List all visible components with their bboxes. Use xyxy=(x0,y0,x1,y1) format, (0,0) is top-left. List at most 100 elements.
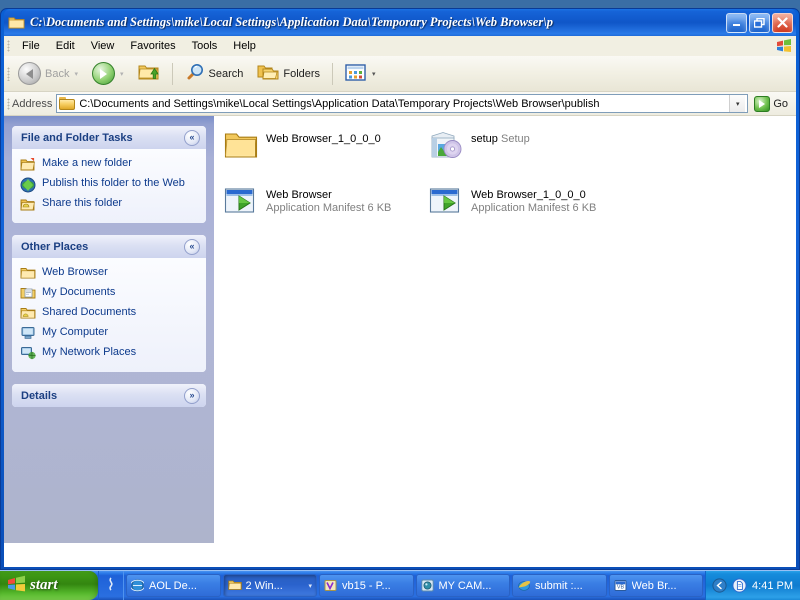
task-button-aol[interactable]: AOL De... xyxy=(126,574,221,597)
quick-launch-bar[interactable] xyxy=(98,571,124,600)
menu-item-favorites[interactable]: Favorites xyxy=(122,38,183,54)
file-name: Web Browser_1_0_0_0 xyxy=(266,133,381,145)
panel-title: Other Places xyxy=(21,240,89,253)
panel-body: Make a new folder Publish this folder to… xyxy=(12,149,206,223)
application-manifest-icon xyxy=(224,184,258,228)
minimize-button[interactable] xyxy=(726,12,747,33)
magnifier-icon xyxy=(185,62,205,85)
go-button[interactable]: Go xyxy=(752,95,796,112)
task-label: MY CAM... xyxy=(438,579,492,592)
task-label: Share this folder xyxy=(42,197,123,209)
close-button[interactable] xyxy=(772,12,793,33)
task-buttons: AOL De... 2 Win... ▾ vb15 - P... MY CAM.… xyxy=(124,571,705,600)
file-size: 6 KB xyxy=(367,202,392,214)
menu-item-edit[interactable]: Edit xyxy=(48,38,83,54)
address-value: C:\Documents and Settings\mike\Local Set… xyxy=(79,97,600,110)
task-share-this-folder[interactable]: Share this folder xyxy=(20,195,198,215)
folders-button[interactable]: Folders xyxy=(251,59,326,89)
explorer-window: C:\Documents and Settings\mike\Local Set… xyxy=(0,8,800,570)
panel-file-and-folder-tasks: File and Folder Tasks « Make a new folde… xyxy=(12,126,206,223)
clock[interactable]: 4:41 PM xyxy=(752,580,793,592)
task-button-my-cam[interactable]: MY CAM... xyxy=(415,574,510,597)
search-button[interactable]: Search xyxy=(179,58,250,89)
quicklaunch-icon[interactable] xyxy=(104,577,118,594)
chevron-left-icon[interactable] xyxy=(712,578,727,593)
go-label: Go xyxy=(773,97,788,110)
task-button-vb15[interactable]: vb15 - P... xyxy=(319,574,414,597)
chevron-down-icon: ▾ xyxy=(74,70,78,78)
forward-button[interactable]: ▾ xyxy=(86,58,130,89)
file-item-setup[interactable]: setup Setup xyxy=(427,124,632,180)
views-button[interactable]: ▾ xyxy=(339,59,382,89)
toolbar-grip[interactable] xyxy=(7,67,10,81)
address-bar: Address C:\Documents and Settings\mike\L… xyxy=(4,92,796,116)
start-button[interactable]: start xyxy=(0,571,98,600)
file-meta: Web Browser_1_0_0_0 xyxy=(266,128,381,176)
file-size: 6 KB xyxy=(572,202,597,214)
menu-item-tools[interactable]: Tools xyxy=(184,38,226,54)
task-label: Web Br... xyxy=(631,579,677,592)
toolbar-separator-2 xyxy=(332,62,334,85)
taskbar: start AOL De... 2 Win... ▾ vb15 - P... M… xyxy=(0,570,800,600)
new-folder-icon xyxy=(20,157,36,173)
toolbar-separator xyxy=(171,62,173,85)
panel-header[interactable]: File and Folder Tasks « xyxy=(12,126,206,149)
menu-item-file[interactable]: File xyxy=(14,38,48,54)
task-button-windows-group[interactable]: 2 Win... ▾ xyxy=(222,574,317,597)
place-shared-documents[interactable]: Shared Documents xyxy=(20,304,198,324)
file-list-pane[interactable]: Web Browser_1_0_0_0 setup Setup Web Brow… xyxy=(214,116,796,543)
menu-item-help[interactable]: Help xyxy=(225,38,264,54)
address-grip[interactable] xyxy=(7,98,10,110)
arrow-right-icon xyxy=(91,62,115,85)
place-my-computer[interactable]: My Computer xyxy=(20,324,198,344)
up-button[interactable] xyxy=(132,58,166,89)
task-button-web-browser[interactable]: VB Web Br... xyxy=(608,574,703,597)
task-make-a-new-folder[interactable]: Make a new folder xyxy=(20,155,198,175)
camera-icon xyxy=(420,579,435,593)
file-item-folder[interactable]: Web Browser_1_0_0_0 xyxy=(222,124,427,180)
panel-body: Web Browser My Documents Shared Document… xyxy=(12,258,206,372)
back-button[interactable]: Back ▾ xyxy=(12,58,84,89)
file-item-manifest[interactable]: Web Browser Application Manifest 6 KB xyxy=(222,180,427,232)
title-bar: C:\Documents and Settings\mike\Local Set… xyxy=(4,9,796,36)
folder-icon xyxy=(20,266,36,282)
file-type: Setup xyxy=(500,133,530,145)
ie-icon xyxy=(517,579,531,593)
publish-web-icon xyxy=(20,177,36,193)
panel-header[interactable]: Other Places « xyxy=(12,235,206,258)
menu-item-view[interactable]: View xyxy=(83,38,123,54)
file-meta: Web Browser Application Manifest 6 KB xyxy=(266,184,425,228)
task-pane-sidebar: File and Folder Tasks « Make a new folde… xyxy=(4,116,214,543)
address-input[interactable]: C:\Documents and Settings\mike\Local Set… xyxy=(56,94,749,113)
chevron-down-icon[interactable]: ▾ xyxy=(372,70,376,78)
place-label: My Computer xyxy=(42,326,109,338)
task-label: Make a new folder xyxy=(42,157,132,169)
address-label: Address xyxy=(12,97,53,110)
folder-icon xyxy=(227,579,242,593)
document-icon[interactable] xyxy=(732,578,747,593)
place-my-documents[interactable]: My Documents xyxy=(20,284,198,304)
file-item-manifest-versioned[interactable]: Web Browser_1_0_0_0 Application Manifest… xyxy=(427,180,632,232)
task-publish-this-folder-to-the-web[interactable]: Publish this folder to the Web xyxy=(20,175,198,195)
panel-header[interactable]: Details » xyxy=(12,384,206,407)
svg-text:VB: VB xyxy=(616,584,624,590)
menu-grip[interactable] xyxy=(7,40,10,52)
chevron-up-icon[interactable]: « xyxy=(184,238,200,255)
place-my-network-places[interactable]: My Network Places xyxy=(20,344,198,364)
chevron-down-icon[interactable]: » xyxy=(184,387,200,404)
network-places-icon xyxy=(20,346,36,362)
chevron-up-icon[interactable]: « xyxy=(184,129,200,146)
place-label: My Documents xyxy=(42,286,116,298)
chevron-down-icon[interactable]: ▾ xyxy=(308,582,312,590)
folder-large-icon xyxy=(224,128,258,176)
file-meta: Web Browser_1_0_0_0 Application Manifest… xyxy=(471,184,630,228)
task-label: vb15 - P... xyxy=(342,579,391,592)
place-label: My Network Places xyxy=(42,346,137,358)
windows-flag-icon xyxy=(7,575,26,596)
arrow-left-icon xyxy=(18,62,41,85)
chevron-down-icon[interactable]: ▾ xyxy=(729,95,746,112)
maximize-restore-button[interactable] xyxy=(749,12,770,33)
place-web-browser[interactable]: Web Browser xyxy=(20,264,198,284)
file-name: Web Browser xyxy=(266,189,332,201)
task-button-submit[interactable]: submit :... xyxy=(512,574,607,597)
